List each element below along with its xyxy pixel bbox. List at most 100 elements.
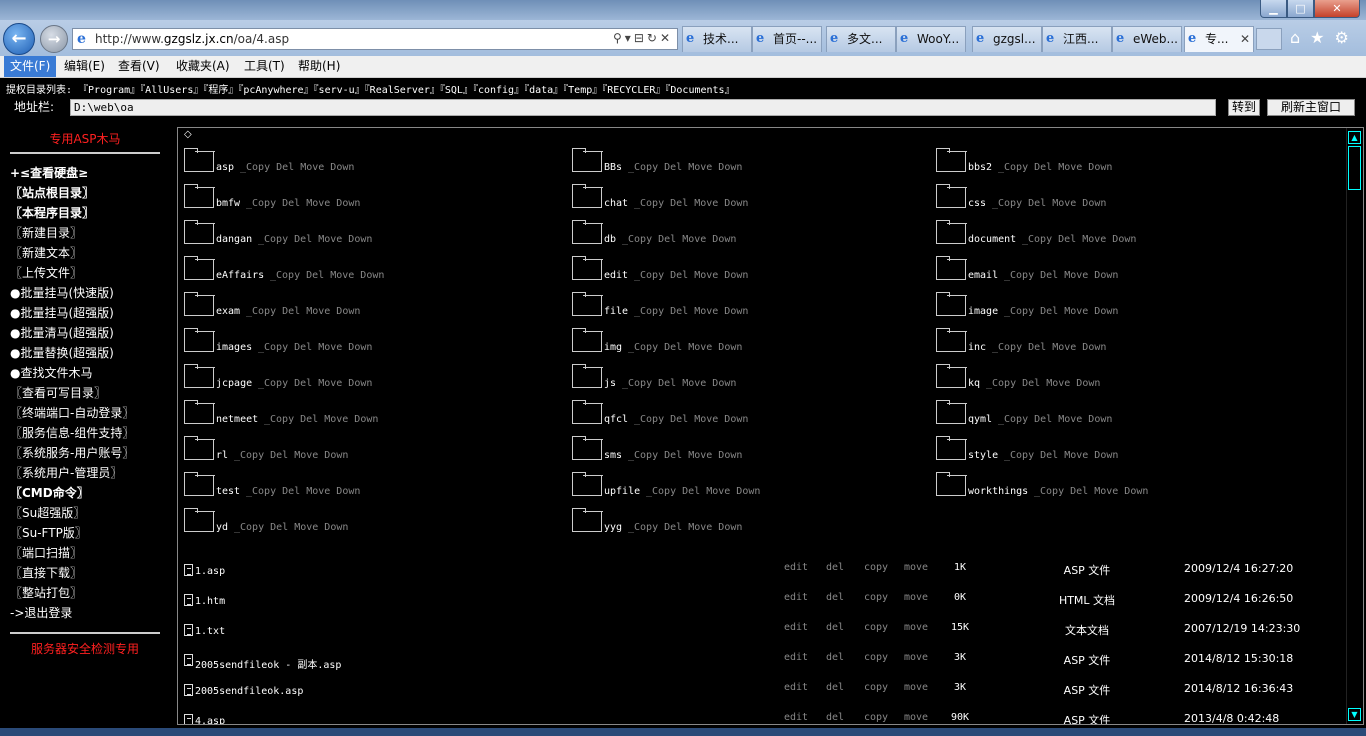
menu-item[interactable]: 编辑(E) [58, 56, 111, 77]
folder-name[interactable]: chat [604, 198, 628, 209]
folder-actions[interactable]: _Copy Del Move Down [628, 450, 742, 461]
file-edit-link[interactable]: edit [784, 712, 808, 723]
menu-item[interactable]: 工具(T) [238, 56, 291, 77]
sidebar-item[interactable]: ●批量挂马(超强版) [10, 304, 114, 321]
folder-actions[interactable]: _Copy Del Move Down [240, 162, 354, 173]
sidebar-item[interactable]: 〖终端端口-自动登录〗 [10, 404, 134, 421]
sidebar-item[interactable]: 〖系统用户-管理员〗 [10, 464, 122, 481]
folder-name[interactable]: asp [216, 162, 234, 173]
folder-name[interactable]: email [968, 270, 998, 281]
sidebar-item[interactable]: 〖CMD命令〗 [10, 484, 89, 501]
file-move-link[interactable]: move [904, 682, 928, 693]
folder-actions[interactable]: _Copy Del Move Down [622, 234, 736, 245]
sidebar-item[interactable]: 〖新建目录〗 [10, 224, 82, 241]
browser-tab[interactable]: e 首页--... [752, 26, 822, 52]
folder-actions[interactable]: _Copy Del Move Down [634, 306, 748, 317]
folder-name[interactable]: kq [968, 378, 980, 389]
folder-actions[interactable]: _Copy Del Move Down [628, 342, 742, 353]
sidebar-item[interactable]: 〖系统服务-用户账号〗 [10, 444, 134, 461]
file-del-link[interactable]: del [826, 592, 844, 603]
folder-actions[interactable]: _Copy Del Move Down [998, 162, 1112, 173]
folder-name[interactable]: workthings [968, 486, 1028, 497]
file-name[interactable]: 2005sendfileok.asp [195, 686, 303, 697]
folder-name[interactable]: yd [216, 522, 228, 533]
folder-name[interactable]: test [216, 486, 240, 497]
folder-name[interactable]: netmeet [216, 414, 258, 425]
file-edit-link[interactable]: edit [784, 562, 808, 573]
folder-name[interactable]: inc [968, 342, 986, 353]
sidebar-item[interactable]: 〖Su-FTP版〗 [10, 524, 87, 541]
sidebar-item[interactable]: ●批量替换(超强版) [10, 344, 114, 361]
folder-actions[interactable]: _Copy Del Move Down [646, 486, 760, 497]
menu-item[interactable]: 帮助(H) [292, 56, 346, 77]
folder-actions[interactable]: _Copy Del Move Down [258, 234, 372, 245]
home-star-gear-icons[interactable]: ⌂★⚙ [1290, 28, 1359, 47]
folder-name[interactable]: sms [604, 450, 622, 461]
folder-actions[interactable]: _Copy Del Move Down [246, 306, 360, 317]
menu-item[interactable]: 查看(V) [112, 56, 166, 77]
browser-tab[interactable]: e 江西... [1042, 26, 1112, 52]
folder-actions[interactable]: _Copy Del Move Down [992, 342, 1106, 353]
folder-name[interactable]: img [604, 342, 622, 353]
file-copy-link[interactable]: copy [864, 562, 888, 573]
scroll-up-icon[interactable]: ▲ [1348, 131, 1361, 144]
folder-name[interactable]: edit [604, 270, 628, 281]
file-edit-link[interactable]: edit [784, 682, 808, 693]
folder-actions[interactable]: _Copy Del Move Down [1004, 270, 1118, 281]
sidebar-item[interactable]: 〖整站打包〗 [10, 584, 82, 601]
folder-actions[interactable]: _Copy Del Move Down [992, 198, 1106, 209]
path-input[interactable]: D:\web\oa [70, 99, 1216, 116]
folder-name[interactable]: upfile [604, 486, 640, 497]
file-edit-link[interactable]: edit [784, 622, 808, 633]
folder-name[interactable]: db [604, 234, 616, 245]
menu-item[interactable]: 文件(F) [4, 56, 57, 77]
file-del-link[interactable]: del [826, 682, 844, 693]
folder-actions[interactable]: _Copy Del Move Down [628, 522, 742, 533]
file-name[interactable]: 2005sendfileok - 副本.asp [195, 656, 341, 671]
vertical-scrollbar[interactable]: ▲ ▼ [1346, 128, 1361, 724]
sidebar-item[interactable]: 〖查看可写目录〗 [10, 384, 106, 401]
tab-close-icon[interactable]: ✕ [1240, 27, 1250, 51]
sidebar-item[interactable]: ->退出登录 [10, 604, 72, 621]
folder-name[interactable]: css [968, 198, 986, 209]
file-copy-link[interactable]: copy [864, 652, 888, 663]
folder-actions[interactable]: _Copy Del Move Down [634, 198, 748, 209]
file-del-link[interactable]: del [826, 652, 844, 663]
address-tools-icon[interactable]: ⚲▾⊟↻✕ [613, 31, 673, 45]
folder-actions[interactable]: _Copy Del Move Down [1004, 306, 1118, 317]
menu-item[interactable]: 收藏夹(A) [170, 56, 236, 77]
folder-name[interactable]: dangan [216, 234, 252, 245]
folder-name[interactable]: image [968, 306, 998, 317]
folder-name[interactable]: yyg [604, 522, 622, 533]
file-name[interactable]: 1.txt [195, 626, 225, 637]
folder-name[interactable]: document [968, 234, 1016, 245]
sidebar-item[interactable]: ●批量挂马(快速版) [10, 284, 114, 301]
folder-name[interactable]: rl [216, 450, 228, 461]
file-copy-link[interactable]: copy [864, 592, 888, 603]
folder-name[interactable]: qyml [968, 414, 992, 425]
file-copy-link[interactable]: copy [864, 622, 888, 633]
forward-button[interactable]: → [40, 25, 68, 53]
file-copy-link[interactable]: copy [864, 712, 888, 723]
sidebar-item[interactable]: ●批量清马(超强版) [10, 324, 114, 341]
file-del-link[interactable]: del [826, 562, 844, 573]
address-bar[interactable]: e http://www.gzgslz.jx.cn/oa/4.asp ⚲▾⊟↻✕ [72, 28, 678, 50]
folder-actions[interactable]: _Copy Del Move Down [264, 414, 378, 425]
folder-name[interactable]: exam [216, 306, 240, 317]
new-tab-button[interactable] [1256, 28, 1282, 50]
folder-actions[interactable]: _Copy Del Move Down [234, 450, 348, 461]
sidebar-item[interactable]: 〖端口扫描〗 [10, 544, 82, 561]
file-move-link[interactable]: move [904, 592, 928, 603]
folder-actions[interactable]: _Copy Del Move Down [998, 414, 1112, 425]
minimize-icon[interactable]: ▁ [1260, 0, 1287, 18]
file-move-link[interactable]: move [904, 622, 928, 633]
browser-tab[interactable]: e 专... ✕ [1184, 26, 1254, 52]
folder-actions[interactable]: _Copy Del Move Down [1034, 486, 1148, 497]
file-del-link[interactable]: del [826, 622, 844, 633]
folder-name[interactable]: eAffairs [216, 270, 264, 281]
folder-actions[interactable]: _Copy Del Move Down [270, 270, 384, 281]
close-icon[interactable]: ✕ [1314, 0, 1360, 18]
folder-actions[interactable]: _Copy Del Move Down [1004, 450, 1118, 461]
folder-actions[interactable]: _Copy Del Move Down [258, 378, 372, 389]
file-edit-link[interactable]: edit [784, 592, 808, 603]
